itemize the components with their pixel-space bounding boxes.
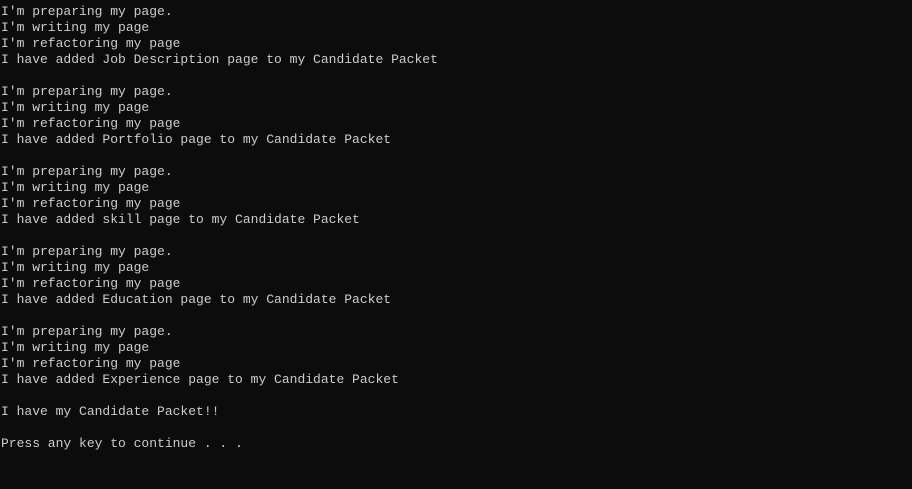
console-line: I'm preparing my page. [1,244,173,259]
console-line: I'm refactoring my page [1,116,181,131]
console-line: I'm writing my page [1,100,150,115]
console-line: I have added Job Description page to my … [1,52,438,67]
console-line: I'm refactoring my page [1,356,181,371]
console-line: I'm writing my page [1,20,150,35]
console-line: I have added Education page to my Candid… [1,292,392,307]
console-line: I'm preparing my page. [1,324,173,339]
console-line: I'm refactoring my page [1,36,181,51]
console-line: I have added skill page to my Candidate … [1,212,360,227]
console-window[interactable]: I'm preparing my page. I'm writing my pa… [0,0,912,489]
console-line: I'm refactoring my page [1,196,181,211]
console-line: I have added Experience page to my Candi… [1,372,399,387]
console-line: I'm preparing my page. [1,84,173,99]
console-line: I'm writing my page [1,340,150,355]
console-line: I have my Candidate Packet!! [1,404,220,419]
console-line: I'm preparing my page. [1,164,173,179]
console-line: I'm writing my page [1,180,150,195]
continue-prompt: Press any key to continue . . . [1,436,243,451]
console-line: I'm writing my page [1,260,150,275]
console-line: I have added Portfolio page to my Candid… [1,132,392,147]
console-line: I'm refactoring my page [1,276,181,291]
console-line: I'm preparing my page. [1,4,173,19]
